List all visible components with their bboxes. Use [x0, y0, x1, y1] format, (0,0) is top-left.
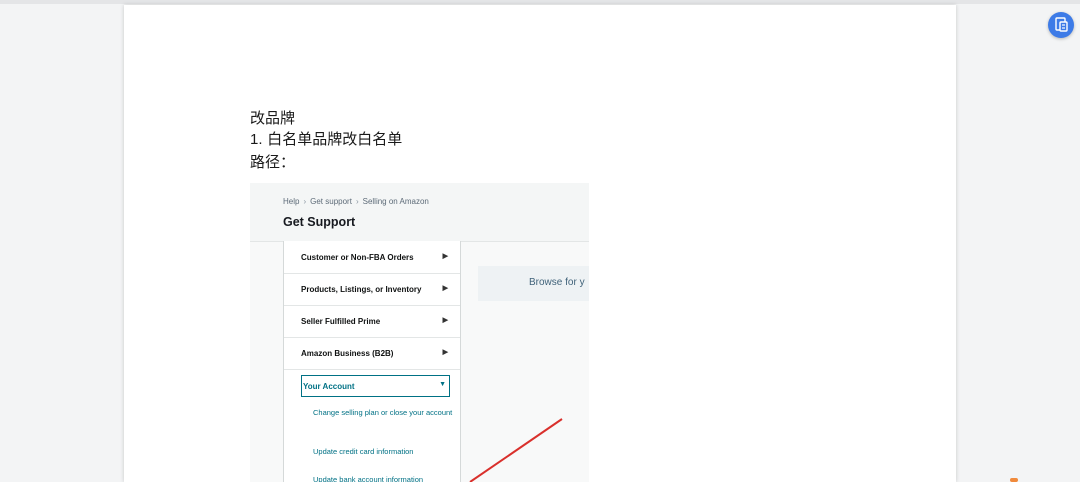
doc-line-item-text: 白名单品牌改白名单 — [267, 130, 403, 148]
doc-line-item-1: 1. 白名单品牌改白名单 — [250, 128, 402, 149]
floating-action-button[interactable] — [1048, 12, 1074, 38]
top-border — [0, 0, 1080, 4]
embedded-screenshot: Help › Get support › Selling on Amazon Get S… — [250, 183, 589, 482]
annotation-arrow-line — [469, 418, 563, 482]
doc-line-path: 路径： — [250, 153, 296, 171]
document-page[interactable]: 改品牌 1. 白名单品牌改白名单 路径： Help › Get support › Se… — [124, 5, 956, 482]
document-convert-icon — [1055, 17, 1068, 32]
edge-marker — [1010, 478, 1018, 482]
list-number: 1. — [250, 131, 263, 148]
doc-line-heading: 改品牌 — [250, 109, 296, 127]
